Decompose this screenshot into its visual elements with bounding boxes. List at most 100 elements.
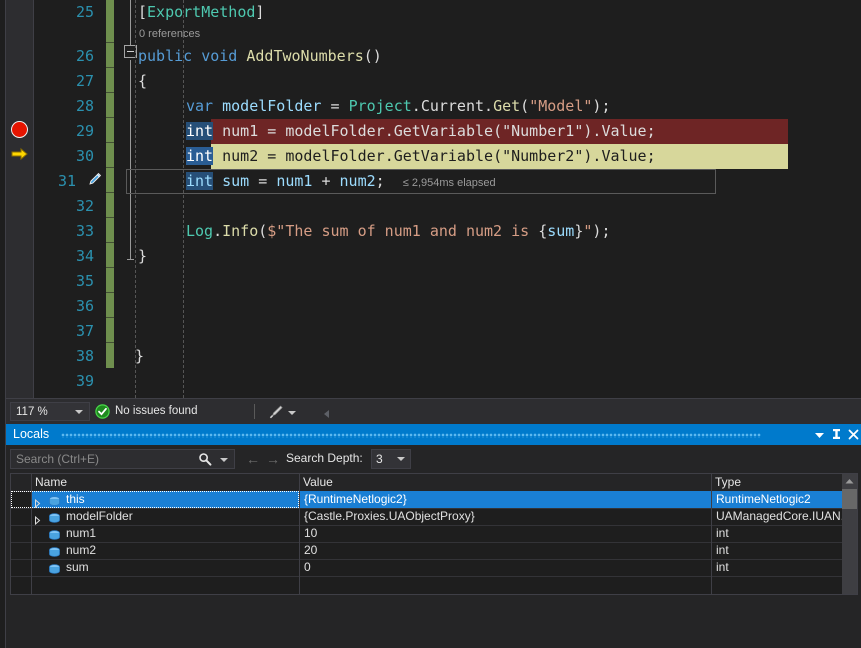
column-header-name[interactable]: Name [35, 474, 67, 491]
token-semicolon: ; [646, 122, 656, 140]
locals-toolbar: Search (Ctrl+E) ← → Search Depth: 3 [6, 445, 861, 473]
close-icon[interactable] [845, 426, 861, 443]
row-name: num2 [66, 543, 97, 557]
code-line-29[interactable]: int num1 = modelFolder.GetVariable("Numb… [186, 119, 656, 144]
token-semicolon: ; [601, 222, 611, 240]
token-id-num1: num1 [276, 172, 313, 190]
zoom-level-dropdown[interactable]: 117 % [10, 402, 90, 421]
table-row[interactable]: sum 0 int [11, 559, 857, 577]
row-name: this [66, 492, 85, 506]
search-depth-value: 3 [376, 452, 383, 466]
chevron-down-icon[interactable] [397, 457, 405, 461]
token-operator-assign: = [267, 122, 277, 140]
locals-title-bar[interactable]: Locals [6, 424, 861, 445]
line-number: 37 [75, 322, 94, 340]
pin-icon[interactable] [828, 426, 845, 443]
code-editor[interactable]: 25 26 27 28 29 30 31 32 33 34 35 36 37 3… [6, 0, 861, 398]
search-icon[interactable] [198, 452, 212, 466]
code-line-28[interactable]: var modelFolder = Project.Current.Get("M… [186, 94, 610, 119]
visual-studio-window: 25 26 27 28 29 30 31 32 33 34 35 36 37 3… [0, 0, 861, 648]
token-keyword-int: int [186, 172, 214, 190]
code-line-25[interactable]: [ExportMethod] [138, 0, 264, 25]
code-line-34[interactable]: } [138, 244, 147, 269]
line-number: 30 [75, 147, 94, 165]
grid-scrollbar[interactable] [842, 474, 857, 594]
token-id-num2: num2 [339, 172, 376, 190]
chevron-down-icon[interactable] [288, 411, 296, 415]
column-divider[interactable] [31, 491, 32, 594]
search-depth-label: Search Depth: [286, 451, 363, 465]
token-dot: . [213, 222, 223, 240]
token-id-num1: num1 [222, 122, 259, 140]
line-number: 26 [75, 47, 94, 65]
elapsed-time-annotation[interactable]: ≤ 2,954ms elapsed [403, 177, 496, 189]
code-line-38[interactable]: } [135, 344, 144, 369]
line-number: 36 [75, 297, 94, 315]
line-number: 31 [57, 172, 76, 190]
indent-guide [135, 0, 136, 398]
locals-grid[interactable]: Name Value Type this {RuntimeNetlogic2} … [10, 473, 858, 595]
token-method-get: Get [493, 97, 521, 115]
code-line-27[interactable]: { [138, 69, 147, 94]
scroll-up-icon[interactable] [842, 474, 857, 489]
code-line-30[interactable]: int num2 = modelFolder.GetVariable("Numb… [186, 144, 656, 169]
table-row[interactable]: num1 10 int [11, 525, 857, 543]
line-number: 32 [75, 197, 94, 215]
status-separator [254, 404, 255, 419]
chevron-down-icon[interactable] [220, 458, 228, 462]
breakpoint-icon[interactable] [11, 121, 28, 138]
row-value: {Castle.Proxies.UAObjectProxy} [304, 509, 475, 523]
breakpoint-gutter[interactable] [6, 0, 34, 398]
row-name: sum [66, 560, 89, 574]
line-number-gutter: 25 26 27 28 29 30 31 32 33 34 35 36 37 3… [34, 0, 102, 398]
row-name: modelFolder [66, 509, 133, 523]
token-operator-assign: = [330, 97, 340, 115]
token-brace-close: } [138, 247, 148, 265]
token-string-number2: "Number2" [502, 147, 584, 165]
table-row[interactable]: this {RuntimeNetlogic2} RuntimeNetlogic2 [11, 491, 857, 509]
search-next-button[interactable]: → [266, 452, 280, 466]
search-prev-button[interactable]: ← [246, 452, 260, 466]
grid-scrollbar-thumb[interactable] [842, 489, 857, 509]
column-header-value[interactable]: Value [303, 474, 333, 491]
token-dot: . [411, 97, 421, 115]
pen-icon[interactable] [268, 404, 284, 420]
token-semicolon: ; [646, 147, 656, 165]
table-row[interactable]: modelFolder {Castle.Proxies.UAObjectProx… [11, 508, 857, 526]
line-number: 38 [75, 347, 94, 365]
panel-drag-grip[interactable] [61, 433, 761, 438]
code-line-26[interactable]: public void AddTwoNumbers() [138, 44, 382, 69]
chevron-down-icon[interactable] [811, 426, 828, 443]
token-semicolon: ; [601, 97, 611, 115]
code-line-31[interactable]: int sum = num1 + num2; ≤ 2,954ms elapsed [186, 169, 496, 194]
column-divider[interactable] [711, 491, 712, 594]
search-input[interactable]: Search (Ctrl+E) [10, 449, 235, 469]
codelens-references[interactable]: 0 references [139, 25, 200, 44]
code-text-area[interactable]: [ExportMethod] 0 references public void … [126, 0, 861, 398]
search-depth-stepper[interactable]: 3 [371, 449, 411, 469]
current-statement-arrow-icon [11, 146, 29, 162]
row-value[interactable]: 10 [304, 525, 317, 542]
token-id-num2: num2 [222, 147, 259, 165]
table-row[interactable]: num2 20 int [11, 542, 857, 560]
row-value[interactable]: 0 [304, 559, 311, 576]
row-name: num1 [66, 526, 97, 540]
row-type: RuntimeNetlogic2 [716, 492, 811, 506]
expand-toggle-icon[interactable] [33, 495, 42, 509]
row-value[interactable]: 20 [304, 542, 317, 559]
token-bracket-open: [ [138, 3, 148, 21]
column-divider[interactable] [299, 491, 300, 594]
object-value-icon [48, 511, 61, 523]
editor-status-bar: 117 % No issues found [6, 398, 861, 425]
token-brace-open: { [138, 72, 148, 90]
token-method-name: AddTwoNumbers [246, 47, 364, 65]
token-type-project: Project [348, 97, 412, 115]
object-value-icon [48, 494, 61, 506]
code-line-33[interactable]: Log.Info($"The sum of num1 and num2 is {… [186, 219, 610, 244]
column-header-type[interactable]: Type [715, 474, 741, 491]
line-number: 25 [75, 3, 94, 21]
check-circle-icon [95, 404, 110, 419]
expand-toggle-icon[interactable] [33, 512, 42, 526]
scroll-left-icon[interactable] [324, 410, 329, 418]
ink-annotation-icon [86, 172, 102, 193]
